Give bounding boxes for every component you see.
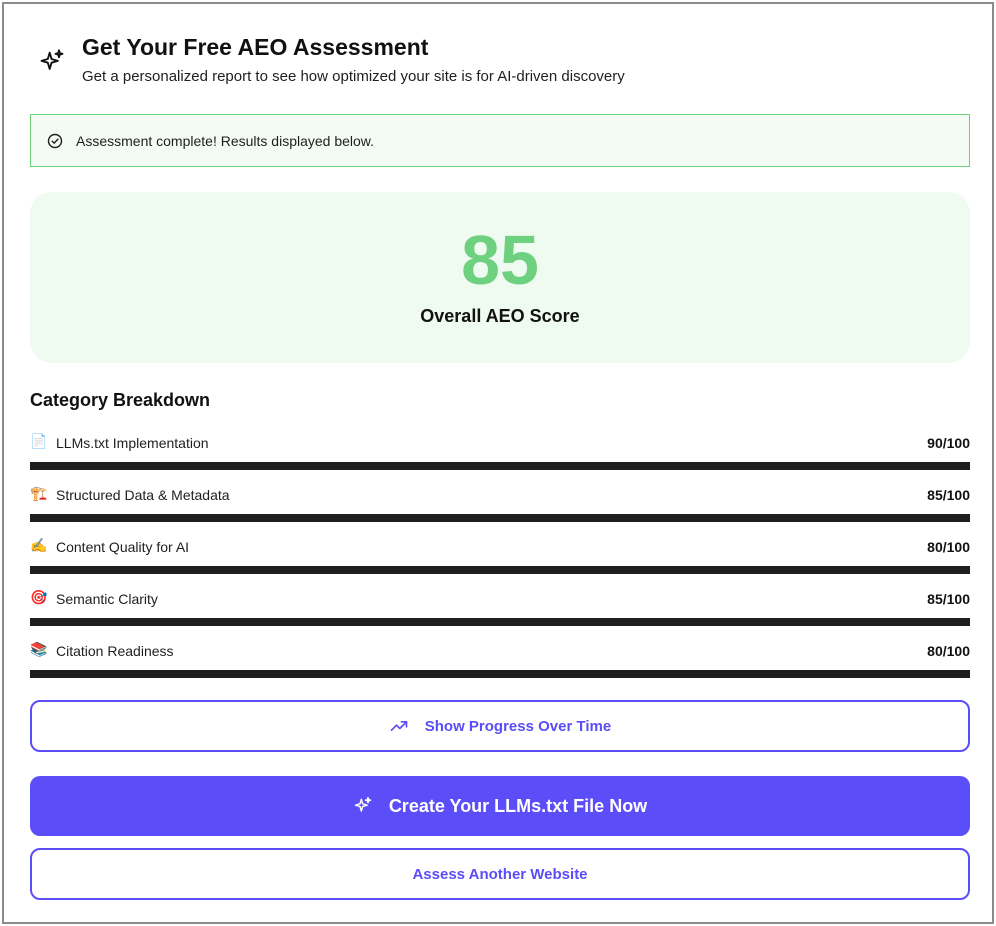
sparkles-icon — [354, 796, 372, 812]
writing-hand-icon: ✍️ — [30, 537, 48, 553]
category-row-llms-txt: 📄 LLMs.txt Implementation 90/100 — [30, 432, 970, 484]
category-progress-fill — [30, 514, 970, 522]
alert-message: Assessment complete! Results displayed b… — [76, 132, 375, 149]
category-progress-fill — [30, 670, 970, 678]
category-progress-bar — [30, 462, 970, 470]
category-progress-fill — [30, 462, 970, 470]
page-title: Get Your Free AEO Assessment — [82, 34, 429, 60]
show-progress-button[interactable]: Show Progress Over Time — [30, 700, 970, 752]
category-name: Content Quality for AI — [56, 539, 190, 555]
construction-icon: 🏗️ — [30, 485, 48, 501]
category-name: Citation Readiness — [56, 643, 174, 659]
category-row-structured-data: 🏗️ Structured Data & Metadata 85/100 — [30, 484, 970, 536]
category-progress-fill — [30, 618, 970, 626]
category-progress-bar — [30, 618, 970, 626]
category-progress-bar — [30, 670, 970, 678]
category-row-semantic-clarity: 🎯 Semantic Clarity 85/100 — [30, 588, 970, 640]
category-breakdown-heading: Category Breakdown — [30, 390, 211, 410]
category-score: 80/100 — [927, 539, 970, 555]
target-icon: 🎯 — [30, 589, 48, 605]
success-alert: Assessment complete! Results displayed b… — [30, 114, 970, 167]
category-progress-bar — [30, 514, 970, 522]
score-card: 85 Overall AEO Score — [30, 192, 970, 363]
books-icon: 📚 — [30, 641, 48, 657]
sparkles-icon — [40, 49, 64, 70]
category-progress-bar — [30, 566, 970, 574]
overall-score-value: 85 — [461, 221, 539, 299]
category-name: Semantic Clarity — [56, 591, 158, 607]
document-icon: 📄 — [30, 433, 48, 449]
assessment-panel: Get Your Free AEO Assessment Get a perso… — [2, 2, 994, 924]
category-row-content-quality: ✍️ Content Quality for AI 80/100 — [30, 536, 970, 588]
category-list: 📄 LLMs.txt Implementation 90/100 🏗️ Stru… — [30, 432, 970, 692]
category-score: 80/100 — [927, 643, 970, 659]
page-subtitle: Get a personalized report to see how opt… — [82, 68, 625, 85]
category-name: Structured Data & Metadata — [56, 487, 230, 503]
category-score: 85/100 — [927, 487, 970, 503]
create-llms-file-label: Create Your LLMs.txt File Now — [388, 795, 648, 816]
assess-another-website-label: Assess Another Website — [412, 865, 588, 883]
category-score: 85/100 — [927, 591, 970, 607]
create-llms-file-button[interactable]: Create Your LLMs.txt File Now — [30, 776, 970, 836]
show-progress-label: Show Progress Over Time — [424, 717, 612, 735]
category-score: 90/100 — [927, 435, 970, 451]
trending-up-icon — [390, 721, 408, 731]
check-circle-icon — [47, 133, 63, 148]
assess-another-website-button[interactable]: Assess Another Website — [30, 848, 970, 900]
category-name: LLMs.txt Implementation — [56, 435, 209, 451]
overall-score-label: Overall AEO Score — [420, 306, 580, 326]
category-row-citation-readiness: 📚 Citation Readiness 80/100 — [30, 640, 970, 692]
category-progress-fill — [30, 566, 970, 574]
